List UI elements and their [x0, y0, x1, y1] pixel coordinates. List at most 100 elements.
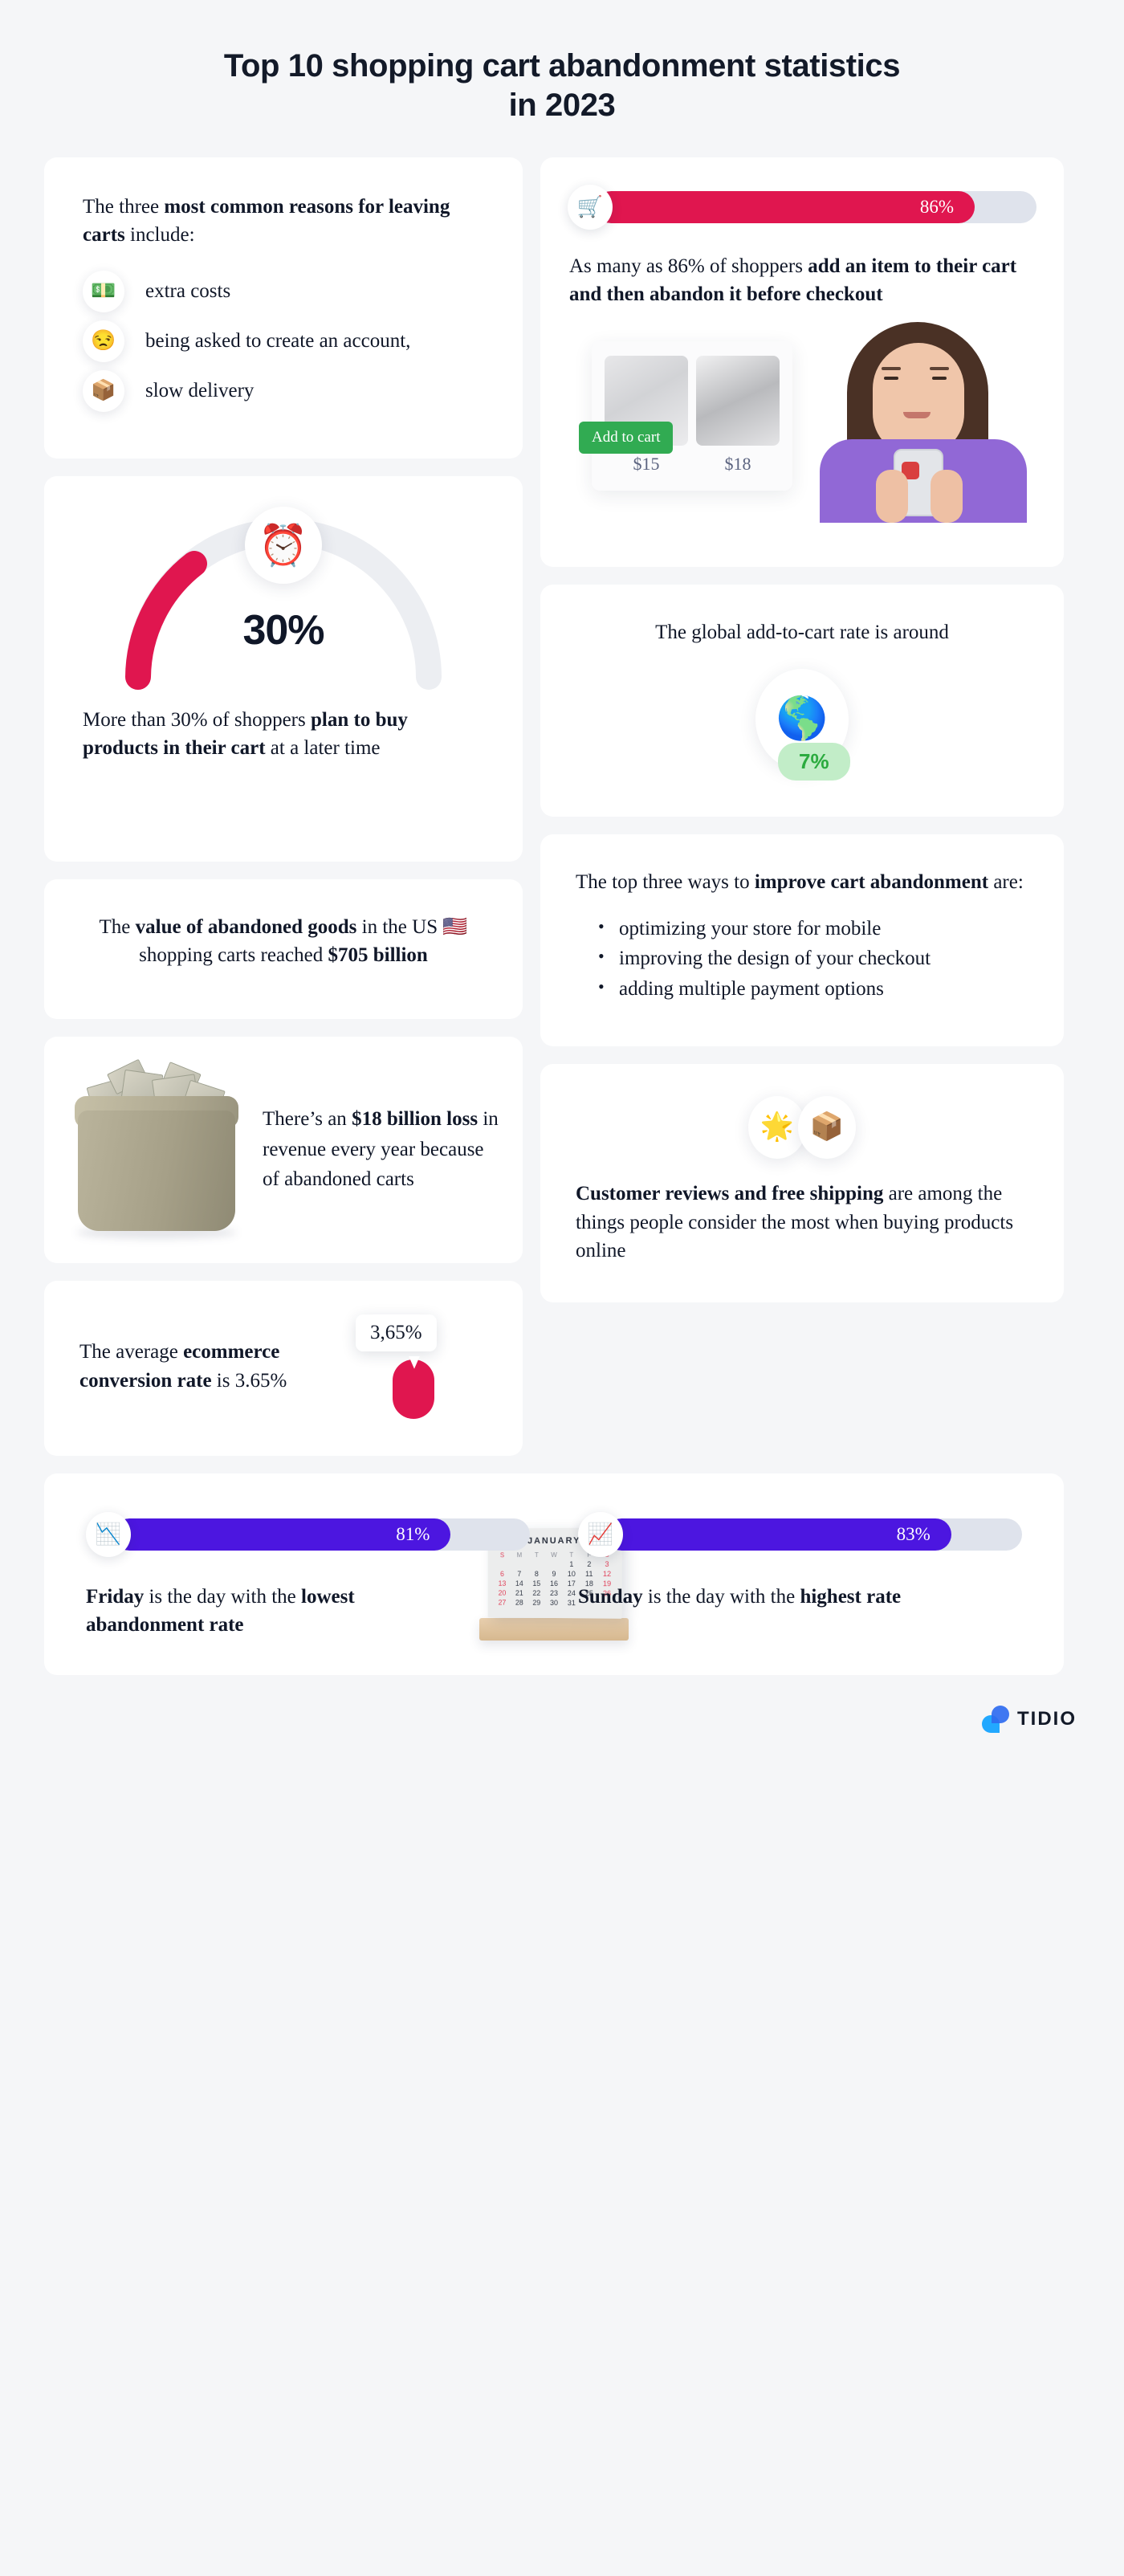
reason-label: slow delivery — [145, 377, 484, 406]
card-705-plain-1: The — [100, 916, 136, 938]
add-to-cart-button[interactable]: Add to cart — [579, 422, 673, 454]
progress-track: 86% — [595, 191, 1036, 223]
money-bag-image — [65, 1058, 250, 1242]
card-improve-plain-1: The top three ways to — [576, 871, 755, 893]
globe-visual: 🌎 7% — [738, 669, 866, 781]
tidio-brand-label: TIDIO — [1017, 1708, 1077, 1730]
list-item: 📦 slow delivery — [83, 370, 484, 412]
day-column-sunday: 📈 83% Sunday is the day with the highest… — [578, 1512, 1022, 1640]
package-box-icon: 📦 — [83, 370, 124, 412]
card-abandonment-by-day: — JANUARY — S M T W T F S 1 — [44, 1473, 1064, 1675]
card-86-plain-1: As many as 86% of shoppers — [569, 255, 808, 277]
shopping-cart-icon: 🛒 — [568, 185, 613, 230]
card-abandoned-goods-value: The value of abandoned goods in the US 🇺… — [44, 879, 523, 1019]
product-price-1: $15 — [605, 454, 688, 475]
card-86-text: As many as 86% of shoppers add an item t… — [564, 252, 1040, 309]
progress-fill: 83% — [605, 1518, 951, 1551]
page-title: Top 10 shopping cart abandonment statist… — [217, 47, 907, 125]
infographic-page: Top 10 shopping cart abandonment statist… — [0, 0, 1124, 2544]
list-item: improving the design of your checkout — [597, 944, 1028, 973]
card-improve-ways: The top three ways to improve cart aband… — [540, 834, 1064, 1046]
sunday-plain: is the day with the — [643, 1586, 800, 1608]
progress-value-label: 81% — [396, 1524, 450, 1545]
shopper-person-image — [799, 320, 1040, 523]
left-column: The three most common reasons for leavin… — [44, 157, 523, 1456]
card-conv-plain-1: The average — [79, 1341, 183, 1363]
card-bag-bold: $18 billion loss — [352, 1108, 478, 1130]
gauge-value-label: 30% — [242, 606, 324, 654]
day-column-friday: 📉 81% Friday is the day with the lowest … — [86, 1512, 530, 1640]
unamused-face-icon: 😒 — [83, 320, 124, 362]
card-customer-reviews: 🌟 📦 Customer reviews and free shipping a… — [540, 1064, 1064, 1302]
progress-bar-86: 🛒 86% — [568, 185, 1036, 230]
progress-track: 83% — [605, 1518, 1022, 1551]
right-column: 🛒 86% As many as 86% of shoppers add an … — [540, 157, 1064, 1302]
card-conv-plain-2: is 3.65% — [212, 1370, 287, 1392]
card-705-bold-1: value of abandoned goods — [136, 916, 357, 938]
page-title-wrapper: Top 10 shopping cart abandonment statist… — [0, 0, 1124, 157]
card-705-bold-2: $705 billion — [328, 944, 427, 966]
list-item: 😒 being asked to create an account, — [83, 320, 484, 362]
card-improve-bold: improve cart abandonment — [755, 871, 988, 893]
product-price-2: $18 — [696, 454, 780, 475]
progress-fill: 86% — [595, 191, 975, 223]
card-conv-text: The average ecommerce conversion rate is… — [79, 1338, 351, 1395]
progress-value-label: 86% — [920, 197, 975, 218]
reason-label: being asked to create an account, — [145, 327, 484, 356]
cards-grid: The three most common reasons for leavin… — [44, 157, 1080, 1675]
card-conversion-rate: The average ecommerce conversion rate is… — [44, 1281, 523, 1456]
tidio-logo-icon — [982, 1706, 1009, 1733]
list-item: adding multiple payment options — [597, 975, 1028, 1004]
card-plan-to-buy-later: ⏰ 30% More than 30% of shoppers plan to … — [44, 476, 523, 862]
friday-text: Friday is the day with the lowest abando… — [86, 1583, 423, 1640]
card-global-add-to-cart: The global add-to-cart rate is around 🌎 … — [540, 585, 1064, 817]
improve-list: optimizing your store for mobile improvi… — [576, 915, 1028, 1004]
card-add-then-abandon: 🛒 86% As many as 86% of shoppers add an … — [540, 157, 1064, 567]
footer: TIDIO — [44, 1706, 1080, 1733]
card-revenue-loss: There’s an $18 billion loss in revenue e… — [44, 1037, 523, 1263]
chart-decreasing-icon: 📉 — [86, 1512, 131, 1557]
card-common-reasons: The three most common reasons for leavin… — [44, 157, 523, 459]
card-reviews-bold: Customer reviews and free shipping — [576, 1183, 883, 1204]
reasons-heading: The three most common reasons for leavin… — [83, 193, 484, 250]
alarm-clock-icon: ⏰ — [245, 507, 322, 584]
list-item: 💵 extra costs — [83, 271, 484, 312]
gauge-chart-30: ⏰ 30% — [111, 512, 456, 695]
sunday-bold-2: highest rate — [800, 1586, 901, 1608]
friday-plain: is the day with the — [144, 1586, 301, 1608]
reasons-heading-plain-2: include: — [125, 224, 195, 246]
card-improve-text: The top three ways to improve cart aband… — [576, 868, 1028, 897]
card-30-text-plain-2: at a later time — [266, 737, 381, 759]
chart-increasing-icon: 📈 — [578, 1512, 623, 1557]
card-705-text: The value of abandoned goods in the US 🇺… — [79, 913, 487, 970]
progress-bar-81: 📉 81% — [86, 1512, 530, 1557]
shopper-photo-mockup: $15 $18 Add to cart — [564, 320, 1040, 523]
sunday-bold-1: Sunday — [578, 1586, 643, 1608]
money-banknotes-icon: 💵 — [83, 271, 124, 312]
friday-bold-1: Friday — [86, 1586, 144, 1608]
package-box-icon: 📦 — [798, 1096, 856, 1159]
progress-fill: 81% — [113, 1518, 450, 1551]
reviews-icon-group: 🌟 📦 — [576, 1096, 1028, 1159]
product-thumb-2 — [696, 356, 780, 446]
reasons-heading-plain-1: The three — [83, 196, 164, 218]
product-panel: $15 $18 — [592, 341, 792, 491]
conversion-bar-chart: 3,65% — [351, 1314, 487, 1419]
card-global-heading: The global add-to-cart rate is around — [572, 618, 1032, 647]
card-improve-plain-2: are: — [988, 871, 1024, 893]
card-bag-plain-1: There’s an — [263, 1108, 352, 1130]
progress-value-label: 83% — [897, 1524, 951, 1545]
list-item: optimizing your store for mobile — [597, 915, 1028, 944]
sunday-text: Sunday is the day with the highest rate — [578, 1583, 915, 1612]
card-30-text-plain-1: More than 30% of shoppers — [83, 709, 311, 731]
progress-bar-83: 📈 83% — [578, 1512, 1022, 1557]
progress-track: 81% — [113, 1518, 530, 1551]
card-bag-text: There’s an $18 billion loss in revenue e… — [263, 1104, 499, 1195]
card-reviews-text: Customer reviews and free shipping are a… — [576, 1180, 1028, 1266]
global-rate-badge: 7% — [778, 743, 850, 781]
reason-label: extra costs — [145, 277, 484, 306]
card-30-text: More than 30% of shoppers plan to buy pr… — [83, 706, 484, 763]
days-columns: 📉 81% Friday is the day with the lowest … — [86, 1512, 1022, 1640]
conversion-bar — [393, 1359, 434, 1419]
conversion-tooltip: 3,65% — [356, 1314, 437, 1351]
